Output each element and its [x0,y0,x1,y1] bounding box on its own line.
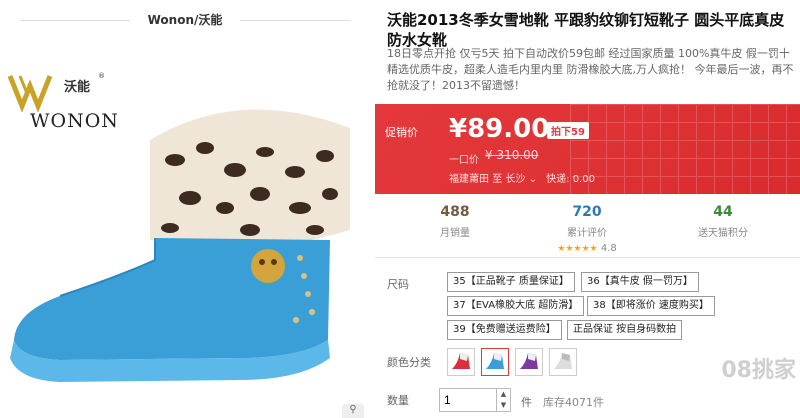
color-label: 颜色分类 [387,356,431,369]
stat-monthly-sales: 488 月销量 [440,204,470,239]
boot-image [10,109,350,382]
express-fee: 快递: 0.00 [546,174,595,185]
rating-value: 4.8 [600,243,617,254]
product-description: 18日零点开抢 仅亏5天 拍下自动改价59包邮 经过国家质量 100%真牛皮 假… [387,47,794,92]
promo-label: 促销价 [385,126,418,139]
zoom-icon[interactable]: ⚲ [342,404,364,418]
quantity-unit: 件 [521,396,532,409]
size-option-37[interactable]: 37【EVA橡胶大底 超防滑】 [447,296,585,316]
quantity-stepper[interactable]: ▲ ▼ [497,388,511,412]
watermark: 08挑家 [721,358,796,383]
product-info-panel: 沃能2013冬季女雪地靴 平跟豹纹铆钉短靴子 圆头平底真皮防水女靴 18日零点开… [375,0,800,418]
size-option-35[interactable]: 35【正品靴子 质量保证】 [447,272,575,292]
color-swatch-white[interactable] [549,348,577,376]
shipping-info: 福建莆田 至 长沙 ⌄ 快递: 0.00 [449,170,595,185]
size-guarantee-option[interactable]: 正品保证 按自身码数拍 [567,320,683,340]
brand-header: Wonon/沃能 [0,8,370,32]
size-option-36[interactable]: 36【真牛皮 假一罚万】 [581,272,699,292]
color-swatch-purple[interactable] [515,348,543,376]
quantity-input[interactable] [439,388,497,412]
original-price-label: 一口价 [449,155,479,166]
product-title: 沃能2013冬季女雪地靴 平跟豹纹铆钉短靴子 圆头平底真皮防水女靴 [387,11,785,49]
rating-stars: ★★★★★ [557,244,598,254]
ship-from: 福建莆田 [449,174,489,185]
stat-points: 44 送天猫积分 [698,204,748,239]
stock-count: 库存4071件 [543,396,604,409]
color-swatch-red[interactable] [447,348,475,376]
original-price: ¥ 310.00 [485,148,539,162]
logo-reg: ® [98,72,105,80]
chevron-down-icon: ⌄ [528,174,537,185]
color-swatch-blue[interactable] [481,348,509,376]
size-label: 尺码 [387,278,409,291]
product-image-panel: Wonon/沃能 沃能 ® WONON ⚲ [0,0,370,418]
stat-reviews[interactable]: 720 累计评价 ★★★★★ 4.8 [517,204,657,254]
promo-background-pattern [570,104,800,194]
ship-to-label: 至 [492,174,503,185]
ship-to-select[interactable]: 长沙 ⌄ [505,174,537,185]
promo-price: ¥89.00 [449,114,550,144]
stats-bar: 488 月销量 720 累计评价 ★★★★★ 4.8 44 送天猫积分 [375,194,800,258]
size-option-39[interactable]: 39【免费赠送运费险】 [447,320,562,340]
size-option-38[interactable]: 38【即将涨价 速度购买】 [587,296,715,316]
price-tag-badge: 拍下59 [547,122,589,139]
promo-box: 促销价 ¥89.00 拍下59 一口价 ¥ 310.00 福建莆田 至 长沙 ⌄… [375,104,800,194]
quantity-label: 数量 [387,394,409,407]
